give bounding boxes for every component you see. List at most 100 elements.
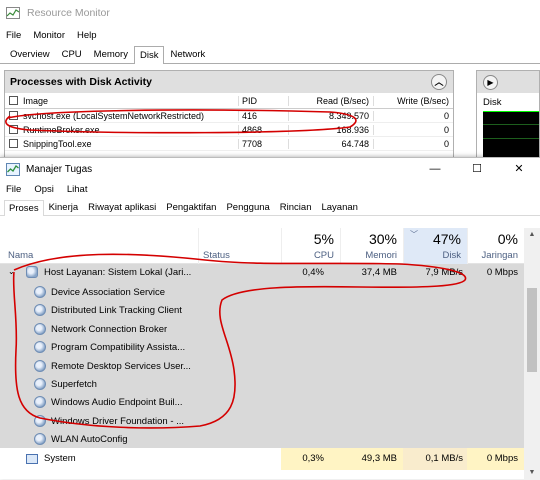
collapse-chevron-icon[interactable]: ⌄ — [8, 267, 15, 276]
process-pid: 4868 — [238, 124, 288, 135]
list-item[interactable]: Network Connection Broker — [0, 321, 524, 339]
col-image[interactable]: Image — [21, 96, 238, 106]
rm-tab-overview[interactable]: Overview — [4, 45, 56, 63]
scrollbar-thumb[interactable] — [527, 288, 537, 372]
service-name: Program Compatibility Assista... — [51, 342, 186, 354]
col-status-label: Status — [203, 250, 230, 261]
process-write: 0 — [373, 138, 453, 149]
process-column-headers: Nama Status 5% CPU 30% Memori ﹀ 47% Disk… — [0, 228, 524, 264]
disk-activity-graph — [483, 111, 539, 159]
disk-total: 47% — [432, 231, 461, 247]
service-icon — [34, 304, 46, 317]
process-cpu: 0,3% — [302, 453, 324, 464]
process-name: System — [44, 453, 76, 464]
task-manager-titlebar[interactable]: Manajer Tugas — ☐ ✕ — [0, 158, 540, 180]
service-icon — [34, 378, 46, 390]
tab-users[interactable]: Pengguna — [221, 199, 274, 215]
service-icon — [34, 396, 46, 409]
list-item[interactable]: Windows Audio Endpoint Buil... — [0, 394, 524, 412]
process-network: 0 Mbps — [486, 453, 518, 464]
tab-performance[interactable]: Kinerja — [44, 199, 84, 215]
close-icon[interactable]: ✕ — [498, 158, 540, 180]
table-row[interactable]: ⌄ Host Layanan: Sistem Lokal (Jari... 0,… — [0, 264, 524, 282]
tm-menu-file[interactable]: File — [6, 184, 21, 195]
minimize-icon[interactable]: — — [414, 158, 456, 180]
tab-app-history[interactable]: Riwayat aplikasi — [83, 199, 161, 215]
list-item[interactable]: Remote Desktop Services User... — [0, 358, 524, 376]
col-write[interactable]: Write (B/sec) — [373, 95, 453, 106]
service-name: Superfetch — [51, 379, 97, 390]
process-read: 8.349.570 — [288, 110, 373, 121]
list-item[interactable]: Windows Driver Foundation - ... — [0, 413, 524, 431]
disk-graph-header: ▶ — [477, 71, 539, 93]
col-status[interactable]: Status — [198, 228, 281, 264]
tab-details[interactable]: Rincian — [275, 199, 317, 215]
table-row[interactable]: RuntimeBroker.exe 4868 168.936 0 — [5, 123, 453, 137]
process-name: Host Layanan: Sistem Lokal (Jari... — [44, 267, 192, 278]
processes-disk-activity-header[interactable]: Processes with Disk Activity ︿ — [5, 71, 453, 93]
tab-startup[interactable]: Pengaktifan — [161, 199, 221, 215]
rm-tab-memory[interactable]: Memory — [88, 45, 134, 63]
col-network[interactable]: 0% Jaringan — [467, 228, 524, 264]
row-checkbox[interactable] — [5, 139, 21, 148]
rm-menu-monitor[interactable]: Monitor — [33, 30, 65, 41]
service-name: WLAN AutoConfig — [51, 434, 128, 446]
service-name: Distributed Link Tracking Client — [51, 305, 182, 317]
resource-monitor-titlebar: Resource Monitor — [0, 0, 540, 26]
scroll-up-icon[interactable]: ▲ — [524, 228, 540, 242]
col-cpu[interactable]: 5% CPU — [281, 228, 340, 264]
process-list: ⌄ Host Layanan: Sistem Lokal (Jari... 0,… — [0, 264, 524, 480]
collapse-chevron-icon[interactable]: ︿ — [431, 74, 447, 90]
list-item[interactable]: Distributed Link Tracking Client — [0, 302, 524, 320]
resource-monitor-icon — [6, 7, 20, 19]
table-row[interactable]: svchost.exe (LocalSystemNetworkRestricte… — [5, 109, 453, 123]
gear-icon — [26, 266, 38, 278]
col-cpu-label: CPU — [313, 250, 334, 261]
col-network-label: Jaringan — [481, 250, 518, 261]
service-icon — [34, 359, 46, 372]
col-memory[interactable]: 30% Memori — [340, 228, 403, 264]
service-name: Remote Desktop Services User... — [51, 360, 191, 372]
scroll-down-icon[interactable]: ▼ — [524, 466, 540, 480]
list-item[interactable]: WLAN AutoConfig — [0, 431, 524, 449]
process-pid: 416 — [238, 110, 288, 121]
col-memory-label: Memori — [365, 250, 397, 261]
task-manager-tabs: Proses Kinerja Riwayat aplikasi Pengakti… — [0, 198, 540, 216]
select-all-checkbox[interactable] — [5, 96, 21, 105]
list-item[interactable]: Program Compatibility Assista... — [0, 339, 524, 357]
system-icon — [26, 454, 38, 464]
rm-tab-disk[interactable]: Disk — [133, 46, 165, 64]
service-name: Network Connection Broker — [51, 323, 168, 335]
processes-disk-activity-panel: Processes with Disk Activity ︿ Image PID… — [4, 70, 454, 160]
process-memory: 37,4 MB — [361, 267, 397, 278]
process-image: SnippingTool.exe — [23, 138, 92, 149]
row-checkbox[interactable] — [5, 111, 21, 120]
table-row[interactable]: System 0,3% 49,3 MB 0,1 MB/s 0 Mbps — [0, 450, 524, 468]
rm-menu-help[interactable]: Help — [77, 30, 97, 41]
list-item[interactable]: Device Association Service — [0, 284, 524, 302]
rm-menu-file[interactable]: File — [6, 30, 21, 41]
row-checkbox[interactable] — [5, 125, 21, 134]
col-name[interactable]: Nama — [0, 228, 198, 264]
col-disk-label: Disk — [442, 250, 461, 261]
col-read[interactable]: Read (B/sec) — [288, 95, 373, 106]
col-pid[interactable]: PID — [238, 95, 288, 106]
disk-graph-panel: ▶ Disk — [476, 70, 540, 160]
tab-services[interactable]: Layanan — [316, 199, 362, 215]
process-pid: 7708 — [238, 138, 288, 149]
list-item[interactable]: Superfetch — [0, 376, 524, 394]
tab-processes[interactable]: Proses — [4, 200, 44, 216]
maximize-icon[interactable]: ☐ — [456, 158, 498, 180]
vertical-scrollbar[interactable]: ▲ ▼ — [524, 228, 540, 480]
expand-arrow-icon[interactable]: ▶ — [483, 75, 498, 90]
table-row[interactable]: SnippingTool.exe 7708 64.748 0 — [5, 137, 453, 151]
rm-tab-cpu[interactable]: CPU — [56, 45, 88, 63]
section-title: Processes with Disk Activity — [10, 76, 153, 88]
process-disk: 0,1 MB/s — [425, 453, 464, 464]
rm-tab-network[interactable]: Network — [164, 45, 211, 63]
tm-menu-view[interactable]: Lihat — [67, 184, 88, 195]
cpu-total: 5% — [313, 231, 334, 247]
col-disk[interactable]: ﹀ 47% Disk — [403, 228, 467, 264]
service-icon — [34, 414, 46, 427]
tm-menu-options[interactable]: Opsi — [34, 184, 54, 195]
